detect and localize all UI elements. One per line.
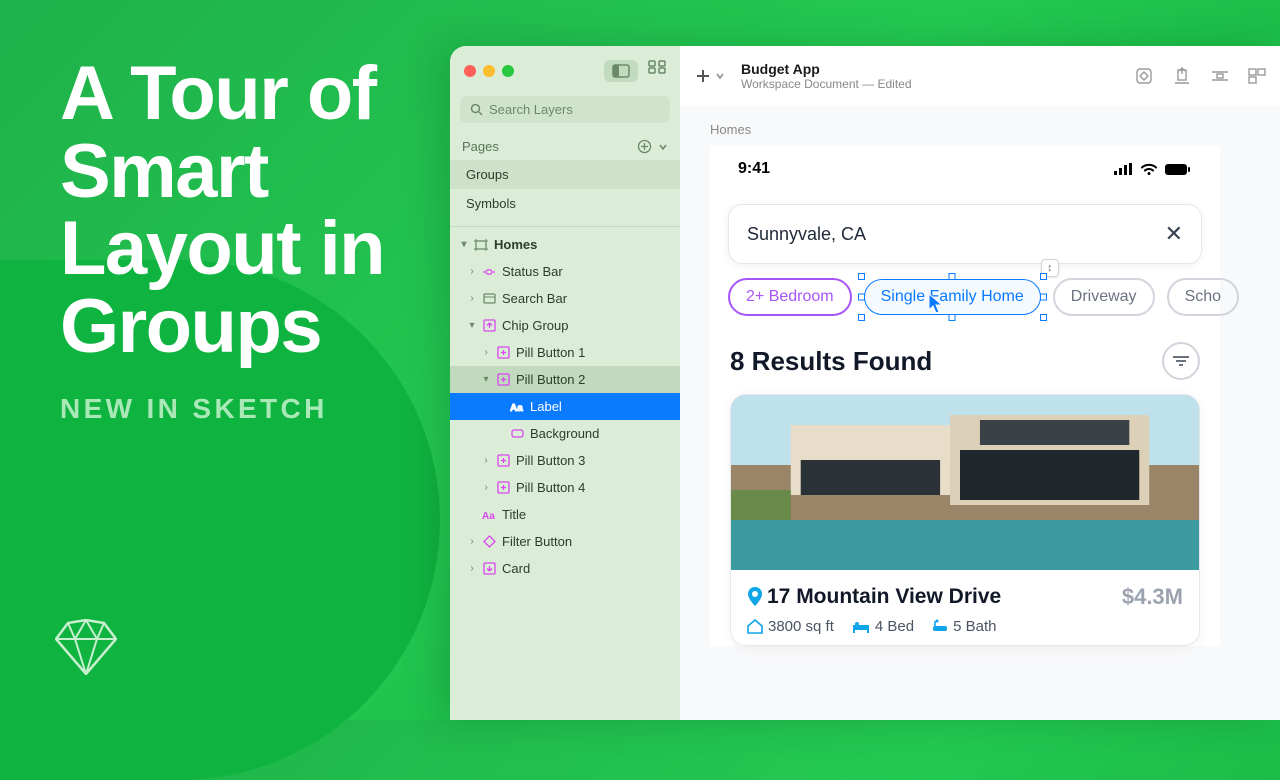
svg-text:Aa: Aa — [482, 511, 495, 521]
close-window-icon[interactable] — [464, 65, 476, 77]
promo-subhead: NEW IN SKETCH — [60, 393, 420, 425]
tidy-icon[interactable] — [1248, 66, 1266, 86]
pin-icon — [747, 587, 763, 607]
pages-chevron-icon[interactable] — [658, 142, 668, 152]
layer-pill-3[interactable]: › Pill Button 3 — [450, 447, 680, 474]
chevron-down-icon — [715, 71, 725, 81]
phone-artboard[interactable]: 9:41 Sunnyvale, CA ✕ 2+ Bedroom ↕ Si — [710, 146, 1220, 646]
listing-card[interactable]: 17 Mountain View Drive $4.3M 3800 sq ft … — [730, 394, 1200, 646]
distribute-icon[interactable] — [1210, 66, 1230, 86]
layer-artboard-homes[interactable]: ▾ Homes — [450, 231, 680, 258]
canvas-area: Budget App Workspace Document — Edited H… — [680, 46, 1280, 720]
layer-card[interactable]: › Card — [450, 555, 680, 582]
document-header: Budget App Workspace Document — Edited — [680, 46, 1280, 106]
minimize-window-icon[interactable] — [483, 65, 495, 77]
search-icon — [470, 103, 483, 116]
align-left-icon[interactable] — [1172, 66, 1192, 86]
add-page-icon[interactable] — [637, 139, 652, 154]
location-search-input[interactable]: Sunnyvale, CA ✕ — [728, 204, 1202, 264]
search-layers-input[interactable]: Search Layers — [460, 96, 670, 123]
layer-search-bar[interactable]: › Search Bar — [450, 285, 680, 312]
smart-layout-pin-icon[interactable]: ↕ — [1041, 259, 1059, 277]
layer-title[interactable]: Aa Title — [450, 501, 680, 528]
layer-pill-4[interactable]: › Pill Button 4 — [450, 474, 680, 501]
filter-button[interactable] — [1162, 342, 1200, 380]
grid-view-icon[interactable] — [648, 60, 666, 82]
bed-icon — [852, 620, 870, 633]
wifi-icon — [1140, 163, 1158, 176]
bath-icon — [932, 619, 948, 634]
chip-row: 2+ Bedroom ↕ Single Family Home Driveway… — [710, 278, 1220, 316]
layer-chip-group[interactable]: ▾ Chip Group — [450, 312, 680, 339]
layer-tree: ▾ Homes › Status Bar › Search Bar ▾ Chip… — [450, 227, 680, 720]
chip-single-family[interactable]: Single Family Home — [864, 279, 1041, 315]
results-title: 8 Results Found — [730, 346, 932, 377]
zoom-window-icon[interactable] — [502, 65, 514, 77]
document-title: Budget App — [741, 61, 912, 77]
layer-pill-2[interactable]: ▾ Pill Button 2 — [450, 366, 680, 393]
phone-status-bar: 9:41 — [710, 146, 1220, 186]
cellular-icon — [1114, 163, 1134, 176]
artboard-label[interactable]: Homes — [710, 122, 751, 137]
titlebar — [450, 46, 680, 92]
pages-label: Pages — [462, 139, 499, 154]
document-subtitle: Workspace Document — Edited — [741, 77, 912, 91]
canvas[interactable]: Homes 9:41 Sunnyvale, CA ✕ 2+ Bedroom — [680, 106, 1280, 720]
layer-status-bar[interactable]: › Status Bar — [450, 258, 680, 285]
sketch-logo-icon — [55, 619, 117, 675]
svg-text:Aa: Aa — [510, 403, 523, 413]
status-time: 9:41 — [738, 160, 770, 178]
listing-price: $4.3M — [1122, 584, 1183, 610]
promo-panel: A Tour of Smart Layout in Groups NEW IN … — [60, 55, 420, 425]
layer-pill-2-label[interactable]: Aa Label — [450, 393, 680, 420]
chip-school[interactable]: Scho — [1167, 278, 1239, 316]
clear-icon[interactable]: ✕ — [1165, 221, 1183, 247]
components-icon[interactable] — [1134, 66, 1154, 86]
layer-filter-button[interactable]: › Filter Button — [450, 528, 680, 555]
insert-button[interactable] — [694, 67, 725, 85]
view-sidebar-toggle[interactable] — [604, 60, 638, 82]
layer-pill-1[interactable]: › Pill Button 1 — [450, 339, 680, 366]
page-item-groups[interactable]: Groups — [450, 160, 680, 189]
listing-image — [731, 395, 1199, 570]
chip-driveway[interactable]: Driveway — [1053, 278, 1155, 316]
promo-headline: A Tour of Smart Layout in Groups — [60, 55, 420, 365]
chip-bedroom[interactable]: 2+ Bedroom — [728, 278, 852, 316]
app-window: Search Layers Pages Groups Symbols ▾ Hom… — [450, 46, 1280, 720]
page-item-symbols[interactable]: Symbols — [450, 189, 680, 218]
sidebar: Search Layers Pages Groups Symbols ▾ Hom… — [450, 46, 680, 720]
house-icon — [747, 619, 763, 634]
search-placeholder: Search Layers — [489, 102, 573, 117]
layer-pill-2-bg[interactable]: Background — [450, 420, 680, 447]
listing-address: 17 Mountain View Drive — [767, 585, 1001, 609]
battery-icon — [1164, 163, 1192, 176]
